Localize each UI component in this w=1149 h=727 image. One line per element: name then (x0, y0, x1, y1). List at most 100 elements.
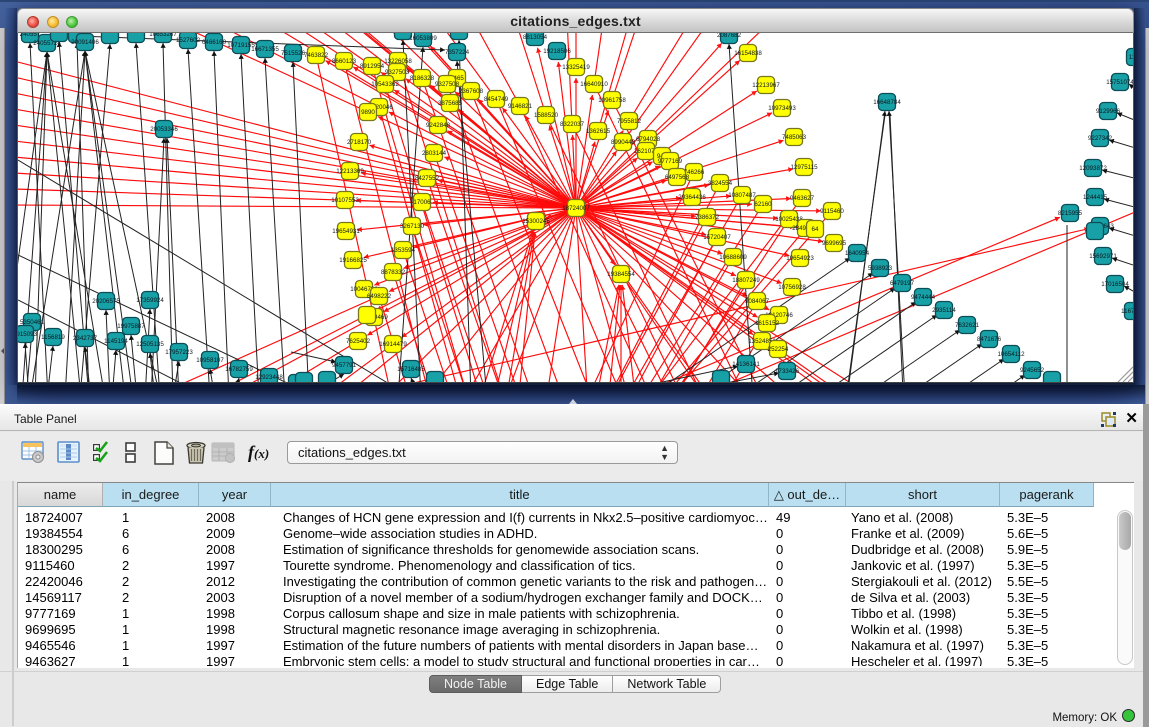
svg-text:10654112: 10654112 (997, 351, 1025, 358)
svg-text:2935114: 2935114 (932, 307, 956, 314)
svg-text:9245652: 9245652 (1020, 367, 1045, 374)
svg-text:12923448: 12923448 (255, 374, 283, 381)
svg-text:18807249: 18807249 (732, 277, 760, 284)
svg-text:2803144: 2803144 (422, 150, 447, 157)
svg-text:64: 64 (812, 226, 819, 233)
svg-text:12213369: 12213369 (336, 168, 364, 175)
svg-text:16053809: 16053809 (409, 35, 437, 42)
svg-text:12093872: 12093872 (1079, 165, 1107, 172)
svg-text:2087682: 2087682 (717, 33, 742, 39)
svg-text:15751074: 15751074 (1106, 79, 1134, 86)
svg-text:2367608: 2367608 (459, 88, 484, 95)
svg-text:20053346: 20053346 (150, 126, 178, 133)
svg-text:7955812: 7955812 (617, 118, 642, 125)
svg-text:7625402: 7625402 (346, 338, 371, 345)
svg-text:1244415: 1244415 (1083, 194, 1108, 201)
svg-text:8878332: 8878332 (381, 269, 406, 276)
svg-text:9227342: 9227342 (1088, 135, 1113, 142)
svg-text:20206575: 20206575 (92, 298, 120, 305)
svg-text:10807487: 10807487 (728, 192, 756, 199)
svg-text:17957223: 17957223 (165, 349, 193, 356)
svg-text:15720407: 15720407 (703, 234, 731, 241)
svg-text:16782759: 16782759 (225, 366, 253, 373)
svg-text:5938923: 5938923 (868, 265, 893, 272)
svg-text:1588520: 1588520 (534, 112, 559, 119)
svg-text:9129966: 9129966 (1096, 108, 1121, 115)
svg-text:9699695: 9699695 (822, 240, 847, 247)
svg-text:13325419: 13325419 (562, 64, 590, 71)
svg-text:8471676: 8471676 (977, 336, 1002, 343)
svg-text:8322037: 8322037 (560, 121, 585, 128)
svg-text:18724007: 18724007 (562, 205, 590, 212)
svg-text:16671355: 16671355 (251, 46, 279, 53)
svg-text:7515526: 7515526 (281, 50, 306, 57)
svg-text:9146821: 9146821 (508, 103, 533, 110)
svg-text:10543362: 10543362 (371, 81, 399, 88)
svg-text:9457791: 9457791 (332, 362, 357, 369)
svg-text:7357224: 7357224 (445, 49, 470, 56)
svg-text:9474444: 9474444 (911, 294, 936, 301)
svg-text:14136141: 14136141 (732, 361, 760, 368)
svg-text:12213967: 12213967 (752, 82, 780, 89)
svg-text:10107553: 10107553 (331, 197, 359, 204)
svg-text:15300245: 15300245 (522, 218, 550, 225)
svg-text:1640954: 1640954 (845, 250, 870, 257)
svg-text:6498222: 6498222 (367, 293, 392, 300)
svg-text:10688609: 10688609 (719, 254, 747, 261)
svg-text:8660123: 8660123 (332, 58, 357, 65)
svg-text:19384554: 19384554 (607, 271, 635, 278)
svg-text:1145194: 1145194 (104, 338, 128, 345)
svg-text:6497568: 6497568 (665, 174, 690, 181)
svg-text:12505135: 12505135 (136, 341, 164, 348)
svg-text:9084067: 9084067 (745, 298, 770, 305)
svg-text:62160: 62160 (754, 201, 772, 208)
svg-text:252254: 252254 (768, 346, 789, 353)
svg-text:2718170: 2718170 (347, 139, 372, 146)
svg-text:12975115: 12975115 (790, 164, 818, 171)
svg-text:19654923: 19654923 (786, 255, 814, 262)
svg-text:9890: 9890 (361, 109, 375, 116)
svg-text:19975887: 19975887 (117, 323, 145, 330)
svg-text:8813054: 8813054 (523, 34, 548, 41)
svg-text:8427552: 8427552 (415, 175, 440, 182)
svg-text:1733426: 1733426 (775, 368, 800, 375)
svg-text:8215955: 8215955 (1058, 210, 1083, 217)
svg-text:10973493: 10973493 (768, 105, 796, 112)
svg-text:3824554: 3824554 (708, 180, 733, 187)
svg-text:1362615: 1362615 (586, 128, 611, 135)
svg-text:8912954: 8912954 (360, 63, 385, 70)
svg-text:3915093: 3915093 (18, 331, 38, 338)
svg-text:1527602: 1527602 (176, 37, 201, 44)
svg-text:20364436: 20364436 (678, 194, 706, 201)
svg-text:9242848: 9242848 (426, 122, 451, 129)
svg-text:10653267: 10653267 (149, 33, 177, 38)
svg-text:240557: 240557 (20, 33, 41, 38)
svg-text:1156819: 1156819 (41, 334, 65, 341)
svg-text:16648784: 16648784 (873, 99, 901, 106)
svg-text:16154838: 16154838 (734, 50, 762, 57)
svg-text:1615152: 1615152 (755, 320, 780, 327)
svg-text:20091406: 20091406 (71, 39, 99, 46)
svg-text:17006: 17006 (413, 199, 431, 206)
svg-text:9115460: 9115460 (820, 208, 844, 215)
svg-text:19166825: 19166825 (339, 257, 367, 264)
svg-text:8186328: 8186328 (410, 75, 435, 82)
svg-text:3875685: 3875685 (438, 100, 463, 107)
svg-text:19654931: 19654931 (332, 228, 360, 235)
svg-text:15716485: 15716485 (397, 366, 425, 373)
svg-text:7632621: 7632621 (955, 322, 980, 329)
svg-text:16640910: 16640910 (580, 81, 608, 88)
svg-text:8454749: 8454749 (484, 96, 509, 103)
svg-text:7463822: 7463822 (304, 52, 329, 59)
svg-text:9777169: 9777169 (658, 158, 683, 165)
svg-text:19218506: 19218506 (543, 48, 571, 55)
svg-text:3267130: 3267130 (400, 223, 425, 230)
svg-text:10958107: 10958107 (196, 357, 224, 364)
svg-text:6466160: 6466160 (202, 39, 227, 46)
svg-text:16914479: 16914479 (379, 341, 407, 348)
svg-text:9463627: 9463627 (790, 195, 815, 202)
svg-text:1353594: 1353594 (391, 247, 416, 254)
svg-text:9327508: 9327508 (435, 81, 460, 88)
svg-text:7485063: 7485063 (782, 134, 807, 141)
svg-text:1117: 1117 (1129, 54, 1134, 61)
